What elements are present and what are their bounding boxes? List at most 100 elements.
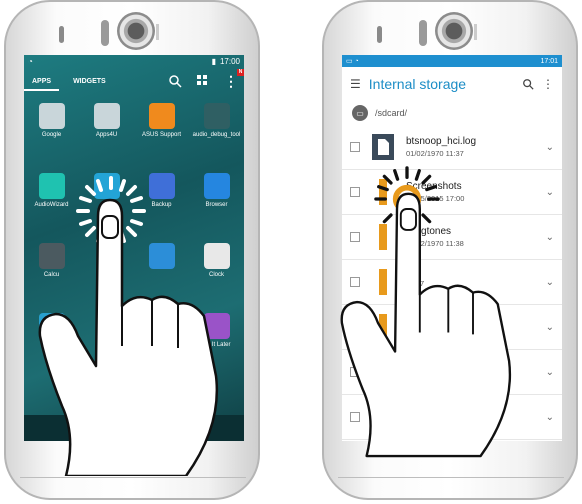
- nav-bar: ↩: [24, 415, 244, 441]
- file-date: 1:37: [406, 413, 421, 423]
- checkbox[interactable]: [350, 142, 360, 152]
- app-item[interactable]: Apps4U: [79, 103, 134, 163]
- file-text: 37: [406, 322, 536, 333]
- app-header: ☰ Internal storage ⋮: [342, 67, 562, 101]
- app-label: Backup: [151, 202, 172, 208]
- chevron-down-icon[interactable]: ⌄: [546, 232, 554, 243]
- app-label: Browser: [205, 202, 228, 208]
- status-time: 17:01: [540, 57, 558, 65]
- flash-icon: [474, 24, 477, 40]
- search-icon[interactable]: [168, 74, 182, 88]
- do-it-later-icon: [203, 313, 230, 339]
- chevron-down-icon[interactable]: ⌄: [546, 277, 554, 288]
- app-item[interactable]: Google: [24, 103, 79, 163]
- file-text: Ringtones 01/02/1970 11:38: [406, 226, 536, 248]
- browser-globe-icon: [203, 173, 230, 199]
- battery-icon: ▮: [211, 56, 216, 66]
- app-label: Contact: [41, 342, 62, 348]
- file-row[interactable]: 1:37 ⌄: [342, 350, 562, 395]
- folder-icon: [370, 404, 396, 430]
- app-item[interactable]: [79, 173, 134, 233]
- front-camera-icon: [117, 12, 155, 50]
- file-icon: [370, 134, 396, 160]
- app-label: AudioWizard: [34, 202, 69, 208]
- empty-slot: [94, 243, 120, 269]
- file-text: Screenshots 05/05/2015 17:00: [406, 181, 536, 203]
- app-item: [79, 243, 134, 303]
- checkbox[interactable]: [350, 277, 360, 287]
- app-label: ASUS Support: [141, 132, 182, 138]
- tapped-app-icon: [93, 173, 120, 199]
- checkbox[interactable]: [350, 232, 360, 242]
- tab-widgets[interactable]: WIDGETS: [71, 72, 108, 91]
- proximity-sensor: [101, 20, 109, 46]
- contacts-icon: [38, 313, 65, 339]
- app-grid: Google Apps4U ASUS Support audio_debug_tool…: [24, 95, 244, 373]
- chevron-down-icon[interactable]: ⌄: [546, 142, 554, 153]
- app-item[interactable]: Backup: [134, 173, 189, 233]
- clock-icon: [203, 243, 230, 269]
- checkbox[interactable]: [350, 187, 360, 197]
- file-row[interactable]: Ringtones 01/02/1970 11:38 ⌄: [342, 215, 562, 260]
- app-item[interactable]: AudioWizard: [24, 173, 79, 233]
- page-title: Internal storage: [368, 76, 467, 92]
- app-item[interactable]: Do It Later: [189, 313, 244, 373]
- file-date: 1:37: [406, 368, 421, 378]
- app-item[interactable]: [134, 243, 189, 303]
- file-text: btsnoop_hci.log 01/02/1970 11:37: [406, 136, 536, 158]
- proximity-sensor: [419, 20, 427, 46]
- flash-icon: [156, 24, 159, 40]
- file-manager-screen: ▭ ◔ 17:01 ☰ Internal storage ⋮ ▭ /sdcard…: [342, 55, 562, 441]
- app-label: Apps4U: [95, 132, 118, 138]
- launcher-screen: ◔ ▮ 17:00 APPS WIDGETS ⋮ N Google Apps4U AS…: [24, 55, 244, 441]
- breadcrumb[interactable]: ▭ /sdcard/: [342, 101, 562, 125]
- app-item[interactable]: Contact: [24, 313, 79, 373]
- chevron-down-icon[interactable]: ⌄: [546, 367, 554, 378]
- earpiece: [377, 26, 382, 43]
- file-name: Screenshots: [406, 181, 462, 192]
- search-icon[interactable]: [522, 78, 534, 90]
- front-camera-icon: [435, 12, 473, 50]
- checkbox[interactable]: [350, 367, 360, 377]
- tab-apps[interactable]: APPS: [24, 72, 60, 91]
- folder-icon: [370, 224, 396, 250]
- grid-menu-icon[interactable]: [196, 74, 210, 88]
- app-label: Clock: [208, 272, 224, 278]
- app-item[interactable]: ASUS Support: [134, 103, 189, 163]
- app-item[interactable]: Calcu: [24, 243, 79, 303]
- folder-root-icon: ▭: [352, 105, 368, 121]
- checkbox[interactable]: [350, 412, 360, 422]
- file-row[interactable]: 11:37 ⌄: [342, 260, 562, 305]
- breadcrumb-path: /sdcard/: [375, 108, 408, 118]
- overflow-menu-icon[interactable]: ⋮: [542, 77, 554, 91]
- app-label: Google: [41, 132, 62, 138]
- app-item[interactable]: audio_debug_tool: [189, 103, 244, 163]
- wifi-icon: ◔: [28, 56, 33, 66]
- file-row[interactable]: btsnoop_hci.log 01/02/1970 11:37 ⌄: [342, 125, 562, 170]
- file-date: 37: [406, 323, 415, 333]
- file-text: 1:37: [406, 367, 536, 378]
- drawer-tabs: APPS WIDGETS ⋮ N: [24, 67, 244, 95]
- app-item[interactable]: Browser: [189, 173, 244, 233]
- chevron-down-icon[interactable]: ⌄: [546, 412, 554, 423]
- file-name: btsnoop_hci.log: [406, 136, 477, 147]
- back-icon[interactable]: ↩: [129, 421, 139, 435]
- file-row[interactable]: Screenshots 05/05/2015 17:00 ⌄: [342, 170, 562, 215]
- apps4u-folder-icon: [93, 103, 120, 129]
- app-label: Calcu: [43, 272, 60, 278]
- overflow-menu-icon[interactable]: ⋮ N: [224, 68, 244, 90]
- folder-icon: [370, 179, 396, 205]
- app-item[interactable]: Clock: [189, 243, 244, 303]
- file-date: 05/05/2015 17:00: [406, 194, 465, 203]
- file-row[interactable]: 1:37 ⌄: [342, 395, 562, 440]
- hamburger-menu-icon[interactable]: ☰: [350, 77, 361, 91]
- checkbox[interactable]: [350, 322, 360, 332]
- empty-slot: [149, 313, 175, 339]
- file-text: 1:37: [406, 412, 536, 423]
- app-item: [134, 313, 189, 373]
- file-row[interactable]: 37 ⌄: [342, 305, 562, 350]
- chevron-down-icon[interactable]: ⌄: [546, 322, 554, 333]
- file-date: 01/02/1970 11:37: [406, 149, 464, 158]
- bezel-line: [20, 477, 246, 488]
- chevron-down-icon[interactable]: ⌄: [546, 187, 554, 198]
